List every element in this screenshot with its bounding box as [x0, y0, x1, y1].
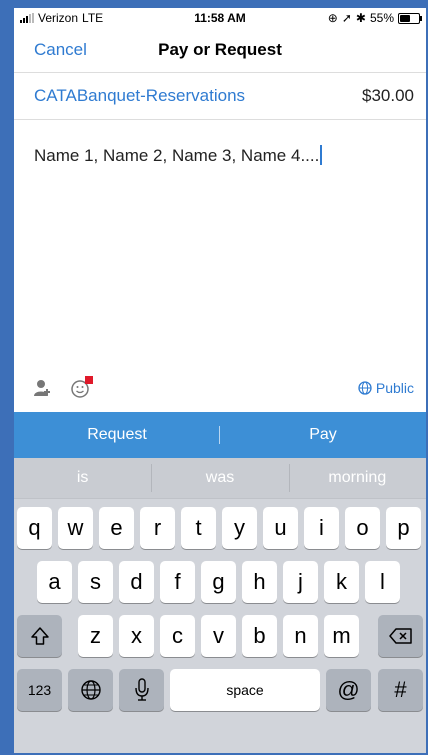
key-w[interactable]: w — [58, 507, 93, 549]
key-q[interactable]: q — [17, 507, 52, 549]
recipient-name[interactable]: CATABanquet-Reservations — [34, 86, 245, 106]
emoji-icon[interactable] — [70, 376, 94, 400]
action-bar: Request Pay — [14, 412, 426, 458]
keyboard: is was morning qwertyuiop asdfghjkl zxcvbnm 1… — [14, 458, 426, 753]
suggestion-divider — [288, 464, 290, 492]
shift-key[interactable] — [17, 615, 62, 657]
cancel-button[interactable]: Cancel — [34, 40, 87, 60]
suggestion-bar: is was morning — [14, 458, 426, 499]
key-z[interactable]: z — [78, 615, 113, 657]
status-bar: Verizon LTE 11:58 AM ⊕ ➚ ✱ 55% — [14, 8, 426, 28]
key-u[interactable]: u — [263, 507, 298, 549]
privacy-label: Public — [375, 380, 414, 396]
battery-percent: 55% — [369, 11, 394, 25]
note-field[interactable]: Name 1, Name 2, Name 3, Name 4.... — [34, 145, 323, 166]
recipient-row[interactable]: CATABanquet-Reservations $30.00 — [14, 73, 426, 120]
phone-screen: Verizon LTE 11:58 AM ⊕ ➚ ✱ 55% Cancel Pa… — [14, 8, 426, 753]
backspace-key[interactable] — [378, 615, 423, 657]
key-r[interactable]: r — [140, 507, 175, 549]
request-button[interactable]: Request — [14, 412, 220, 458]
status-right: ⊕ ➚ ✱ 55% — [327, 11, 422, 25]
add-person-icon[interactable] — [34, 379, 50, 397]
shift-icon — [30, 627, 49, 645]
battery-fill — [400, 14, 410, 22]
privacy-selector[interactable]: Public — [358, 380, 414, 396]
suggestion-item[interactable]: is — [14, 458, 151, 498]
key-k[interactable]: k — [324, 561, 359, 603]
key-t[interactable]: t — [181, 507, 216, 549]
backspace-icon — [388, 628, 412, 644]
orientation-lock-icon: ⊕ — [327, 11, 338, 25]
key-g[interactable]: g — [201, 561, 236, 603]
key-a[interactable]: a — [37, 561, 72, 603]
key-v[interactable]: v — [201, 615, 236, 657]
key-y[interactable]: y — [222, 507, 257, 549]
note-toolbar: Public — [14, 374, 426, 402]
key-b[interactable]: b — [242, 615, 277, 657]
key-o[interactable]: o — [345, 507, 380, 549]
key-l[interactable]: l — [365, 561, 400, 603]
pay-button[interactable]: Pay — [220, 412, 426, 458]
note-text: Name 1, Name 2, Name 3, Name 4.... — [34, 146, 320, 165]
key-d[interactable]: d — [119, 561, 154, 603]
key-m[interactable]: m — [324, 615, 359, 657]
microphone-icon — [134, 678, 149, 701]
key-h[interactable]: h — [242, 561, 277, 603]
location-icon: ➚ — [341, 11, 352, 25]
key-e[interactable]: e — [99, 507, 134, 549]
at-key[interactable]: @ — [326, 669, 371, 711]
suggestion-divider — [151, 464, 153, 492]
key-c[interactable]: c — [160, 615, 195, 657]
bluetooth-icon: ✱ — [355, 11, 366, 25]
key-f[interactable]: f — [160, 561, 195, 603]
numbers-key[interactable]: 123 — [17, 669, 62, 711]
suggestion-item[interactable]: morning — [289, 458, 426, 498]
key-n[interactable]: n — [283, 615, 318, 657]
key-j[interactable]: j — [283, 561, 318, 603]
hash-key[interactable]: # — [378, 669, 423, 711]
key-s[interactable]: s — [78, 561, 113, 603]
text-cursor — [320, 145, 323, 165]
suggestion-item[interactable]: was — [151, 458, 288, 498]
key-i[interactable]: i — [304, 507, 339, 549]
space-key[interactable]: space — [170, 669, 320, 711]
dictation-key[interactable] — [119, 669, 164, 711]
globe-key[interactable] — [68, 669, 113, 711]
key-p[interactable]: p — [386, 507, 421, 549]
navigation-bar: Cancel Pay or Request — [14, 28, 426, 73]
battery-icon — [398, 12, 422, 24]
key-x[interactable]: x — [119, 615, 154, 657]
globe-icon — [80, 680, 101, 700]
globe-icon — [358, 381, 372, 395]
payment-amount[interactable]: $30.00 — [362, 86, 414, 106]
